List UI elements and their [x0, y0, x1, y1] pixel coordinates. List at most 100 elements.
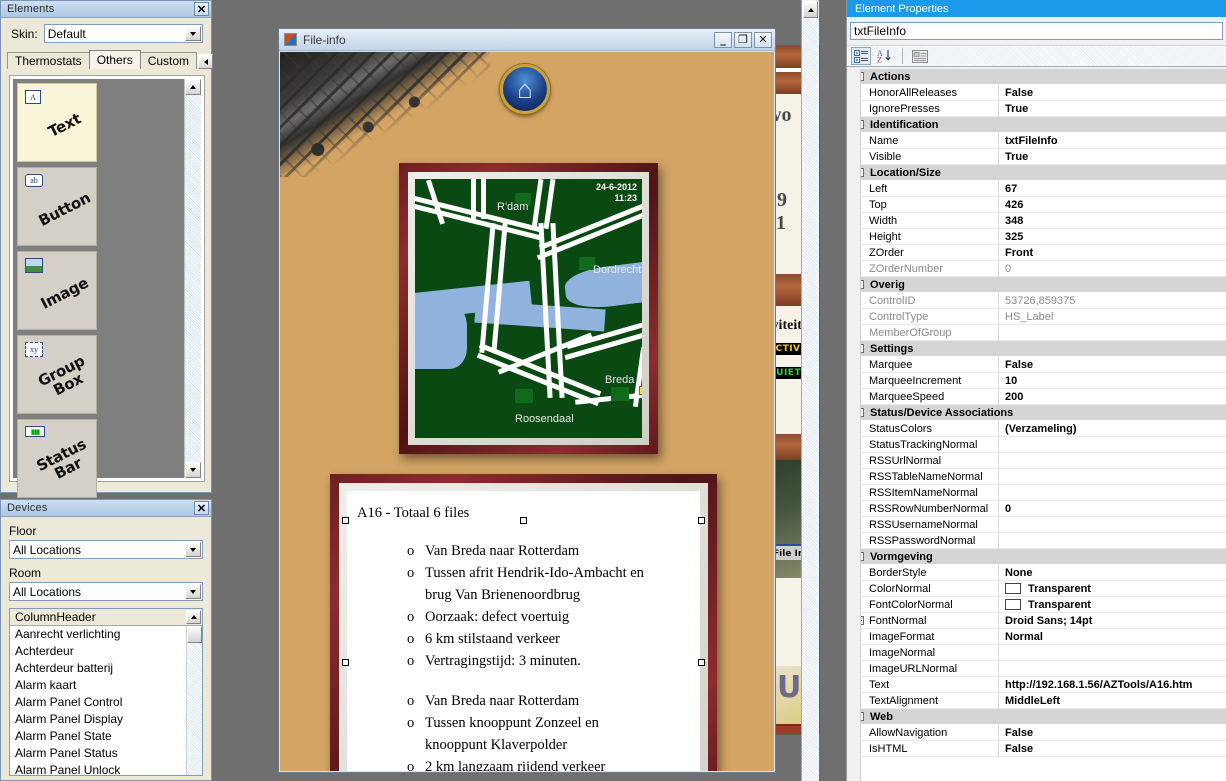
property-value[interactable] [999, 325, 1226, 341]
collapse-icon[interactable]: – [855, 72, 864, 81]
property-value[interactable]: 53726,859375 [999, 293, 1226, 309]
property-row[interactable]: IsHTML False [847, 741, 1226, 757]
selection-handle[interactable] [698, 659, 705, 666]
property-row[interactable]: ImageURLNormal [847, 661, 1226, 677]
property-row[interactable]: AllowNavigation False [847, 725, 1226, 741]
skin-select[interactable]: Default [43, 24, 203, 43]
property-row[interactable]: Width 348 [847, 213, 1226, 229]
close-icon[interactable]: ✕ [194, 2, 209, 16]
selection-handle[interactable] [342, 517, 349, 524]
selected-object-field[interactable]: txtFileInfo [850, 22, 1223, 40]
room-select[interactable]: All Locations [9, 582, 203, 601]
chevron-down-icon[interactable] [185, 26, 201, 41]
property-value[interactable] [999, 533, 1226, 549]
property-row[interactable]: RSSUsernameNormal [847, 517, 1226, 533]
property-value[interactable]: True [999, 101, 1226, 117]
property-value[interactable]: MiddleLeft [999, 693, 1226, 709]
property-row[interactable]: Left 67 [847, 181, 1226, 197]
property-row[interactable]: + FontNormal Droid Sans; 14pt [847, 613, 1226, 629]
property-row[interactable]: ColorNormal Transparent [847, 581, 1226, 597]
chevron-down-icon[interactable] [185, 542, 201, 557]
property-row[interactable]: HonorAllReleases False [847, 85, 1226, 101]
property-value[interactable] [999, 645, 1226, 661]
tab-others[interactable]: Others [88, 50, 141, 69]
property-value[interactable]: Transparent [999, 597, 1226, 613]
list-item[interactable]: Alarm Panel Control [10, 694, 202, 711]
property-row[interactable]: Height 325 [847, 229, 1226, 245]
property-row[interactable]: RSSItemNameNormal [847, 485, 1226, 501]
property-value[interactable]: http://192.168.1.56/AZTools/A16.htm [999, 677, 1226, 693]
collapse-icon[interactable]: – [855, 280, 864, 289]
property-row[interactable]: RSSRowNumberNormal 0 [847, 501, 1226, 517]
property-value[interactable] [999, 453, 1226, 469]
collapse-icon[interactable]: – [855, 168, 864, 177]
list-item[interactable]: Achterdeur batterij [10, 660, 202, 677]
list-item[interactable]: Alarm Panel Unlock [10, 762, 202, 775]
property-value[interactable]: 348 [999, 213, 1226, 229]
property-value[interactable] [999, 437, 1226, 453]
property-row[interactable]: RSSUrlNormal [847, 453, 1226, 469]
property-row[interactable]: Visible True [847, 149, 1226, 165]
list-item[interactable]: Aanrecht verlichting [10, 626, 202, 643]
floor-select[interactable]: All Locations [9, 540, 203, 559]
property-row[interactable]: RSSPasswordNormal [847, 533, 1226, 549]
property-row[interactable]: StatusColors (Verzameling) [847, 421, 1226, 437]
property-row[interactable]: ControlType HS_Label [847, 309, 1226, 325]
elements-scrollbar[interactable] [184, 79, 201, 478]
property-row[interactable]: ZOrder Front [847, 245, 1226, 261]
alphabetical-sort-icon[interactable]: A Z [875, 47, 895, 65]
element-tile-groupbox[interactable]: xy Group Box [17, 335, 97, 414]
property-value[interactable]: None [999, 565, 1226, 581]
element-tile-button[interactable]: ab Button [17, 167, 97, 246]
expand-icon[interactable]: + [855, 616, 864, 625]
property-value[interactable]: Droid Sans; 14pt [999, 613, 1226, 629]
devices-list[interactable]: ColumnHeader Aanrecht verlichting Achter… [9, 608, 203, 776]
property-category-row[interactable]: – Status/Device Associations [847, 405, 1226, 421]
property-value[interactable]: (Verzameling) [999, 421, 1226, 437]
file-info-window[interactable]: File-info _ ❐ ✕ ⌂ 24-6-2012 11:23 R'dam … [278, 28, 776, 773]
map-picture-frame[interactable]: 24-6-2012 11:23 R'dam Dordrecht Breda Ro… [399, 163, 658, 454]
chevron-down-icon[interactable] [185, 584, 201, 599]
property-value[interactable]: False [999, 725, 1226, 741]
list-item[interactable]: Alarm Panel Display [10, 711, 202, 728]
maximize-button[interactable]: ❐ [734, 31, 752, 48]
property-row[interactable]: TextAlignment MiddleLeft [847, 693, 1226, 709]
collapse-icon[interactable]: – [855, 344, 864, 353]
property-value[interactable]: Transparent [999, 581, 1226, 597]
property-row[interactable]: FontColorNormal Transparent [847, 597, 1226, 613]
scroll-down-icon[interactable] [185, 462, 201, 478]
property-category-row[interactable]: – Web [847, 709, 1226, 725]
canvas-vertical-scrollbar[interactable] [801, 0, 819, 781]
document-picture-frame[interactable]: A16 - Totaal 6 files Van Breda naar Rott… [330, 474, 717, 771]
file-info-design-surface[interactable]: ⌂ 24-6-2012 11:23 R'dam Dordrecht Breda … [280, 52, 774, 771]
property-value[interactable]: txtFileInfo [999, 133, 1226, 149]
properties-grid[interactable]: – Actions HonorAllReleases False IgnorePress… [847, 69, 1226, 781]
close-icon[interactable]: ✕ [194, 501, 209, 515]
property-value[interactable]: HS_Label [999, 309, 1226, 325]
property-row[interactable]: Name txtFileInfo [847, 133, 1226, 149]
scroll-up-icon[interactable] [185, 79, 201, 95]
property-category-row[interactable]: – Vormgeving [847, 549, 1226, 565]
property-row[interactable]: Marquee False [847, 357, 1226, 373]
property-row[interactable]: Text http://192.168.1.56/AZTools/A16.htm [847, 677, 1226, 693]
close-button[interactable]: ✕ [754, 31, 772, 48]
element-tile-image[interactable]: Image [17, 251, 97, 330]
element-tile-text[interactable]: A Text [17, 83, 97, 162]
collapse-icon[interactable]: – [855, 712, 864, 721]
scroll-up-icon[interactable] [186, 610, 201, 624]
property-category-row[interactable]: – Settings [847, 341, 1226, 357]
property-row[interactable]: Top 426 [847, 197, 1226, 213]
property-value[interactable] [999, 469, 1226, 485]
property-row[interactable]: IgnorePresses True [847, 101, 1226, 117]
home-button[interactable]: ⌂ [500, 64, 550, 114]
property-category-row[interactable]: – Overig [847, 277, 1226, 293]
list-item[interactable]: Achterdeur [10, 643, 202, 660]
minimize-button[interactable]: _ [714, 31, 732, 48]
selection-handle[interactable] [698, 517, 705, 524]
list-item[interactable]: Alarm kaart [10, 677, 202, 694]
collapse-icon[interactable]: – [855, 120, 864, 129]
tab-custom[interactable]: Custom [139, 52, 198, 69]
devices-list-header[interactable]: ColumnHeader [10, 609, 202, 626]
scroll-up-icon[interactable] [803, 1, 818, 18]
property-row[interactable]: MarqueeIncrement 10 [847, 373, 1226, 389]
